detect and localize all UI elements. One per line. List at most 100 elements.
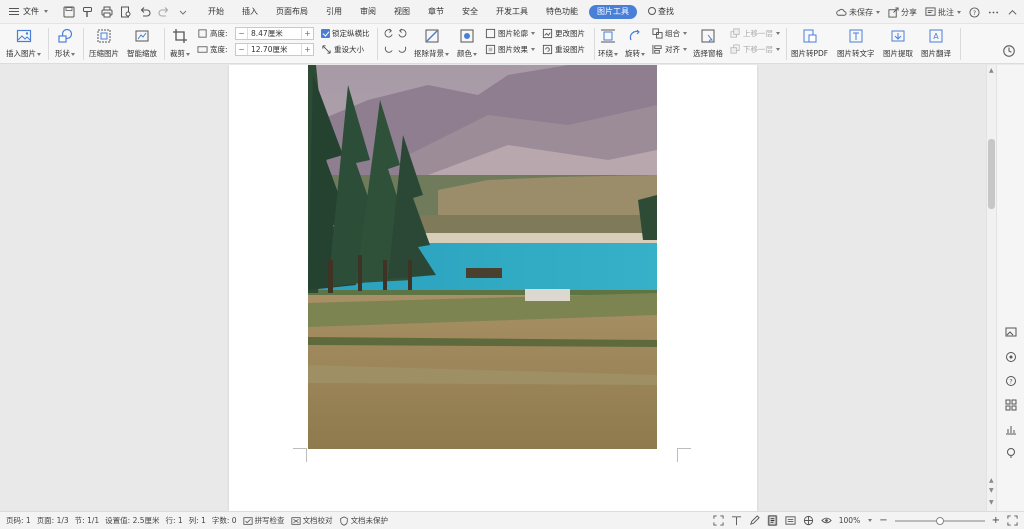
selected-image[interactable] — [308, 65, 657, 449]
side-panel: ? — [996, 65, 1024, 511]
shape-button[interactable]: 形状 — [55, 24, 75, 59]
rotate-button[interactable]: 旋转 — [625, 24, 645, 59]
scroll-thumb[interactable] — [988, 139, 995, 209]
share-button[interactable]: 分享 — [888, 6, 917, 18]
help-circle-icon[interactable]: ? — [1004, 374, 1018, 388]
change-image-icon — [542, 28, 553, 39]
height-increase[interactable]: + — [302, 29, 313, 38]
group-button[interactable]: 组合 — [652, 28, 687, 39]
page-count[interactable]: 页面: 1/3 — [37, 515, 69, 526]
history-icon[interactable] — [1002, 44, 1016, 58]
image-translate-button[interactable]: A 图片翻译 — [921, 24, 951, 59]
tab-security[interactable]: 安全 — [453, 0, 487, 24]
zoom-slider[interactable] — [894, 516, 985, 525]
location-icon[interactable] — [1004, 350, 1018, 364]
height-decrease[interactable]: − — [236, 29, 247, 38]
print-icon[interactable] — [100, 5, 113, 18]
height-stepper[interactable]: − 8.47厘米 + — [235, 27, 314, 40]
comment-button[interactable]: 批注 — [925, 6, 961, 18]
image-extract-button[interactable]: 图片提取 — [883, 24, 913, 59]
setting-value[interactable]: 设置值: 2.5厘米 — [105, 515, 159, 526]
zoom-slider-knob[interactable] — [935, 516, 944, 525]
compress-image-button[interactable]: 压缩图片 — [89, 24, 119, 59]
format-painter-icon[interactable] — [81, 5, 94, 18]
zoom-level[interactable]: 100% — [839, 516, 860, 525]
redo-icon[interactable] — [157, 5, 170, 18]
edit-pen-icon[interactable] — [749, 515, 760, 526]
width-increase[interactable]: + — [302, 45, 313, 54]
protection-status[interactable]: 文档未保护 — [339, 515, 388, 526]
remove-background-button[interactable]: 抠除背景 — [414, 24, 449, 59]
tab-sections[interactable]: 章节 — [419, 0, 453, 24]
rotate-left-button[interactable] — [383, 28, 394, 39]
eye-protection-icon[interactable] — [821, 515, 832, 526]
zoom-out-button[interactable]: − — [879, 515, 887, 526]
width-stepper[interactable]: − 12.70厘米 + — [235, 43, 314, 56]
tab-review[interactable]: 审阅 — [351, 0, 385, 24]
height-input[interactable]: 8.47厘米 — [247, 28, 302, 39]
insert-image-button[interactable]: 插入图片 — [6, 24, 41, 59]
tab-insert[interactable]: 插入 — [233, 0, 267, 24]
flip-vertical-button[interactable] — [383, 44, 394, 55]
lock-ratio-checkbox[interactable]: 锁定纵横比 — [321, 28, 370, 39]
vertical-scrollbar[interactable]: ▲ ▲ ▼ ▼ — [986, 65, 996, 511]
bring-forward-button[interactable]: 上移一层 — [730, 28, 780, 39]
customize-icon[interactable] — [176, 5, 189, 18]
zoom-in-button[interactable]: + — [992, 515, 1000, 526]
web-view-icon[interactable] — [803, 515, 814, 526]
smart-scale-button[interactable]: 智能缩放 — [127, 24, 157, 59]
flip-horizontal-button[interactable] — [397, 44, 408, 55]
width-input[interactable]: 12.70厘米 — [247, 44, 302, 55]
tab-picture-tools[interactable]: 图片工具 — [589, 4, 637, 19]
proofread-button[interactable]: 文档校对 — [290, 515, 333, 526]
change-image-label: 更改图片 — [555, 29, 585, 38]
section-info[interactable]: 节: 1/1 — [75, 515, 99, 526]
tab-home[interactable]: 开始 — [199, 0, 233, 24]
selection-pane-button[interactable]: 选择窗格 — [693, 24, 723, 59]
image-to-pdf-button[interactable]: 图片转PDF — [791, 24, 828, 59]
image-to-text-button[interactable]: 图片转文字 — [837, 24, 875, 59]
chevron-down-icon — [876, 10, 880, 14]
outline-view-icon[interactable] — [785, 515, 796, 526]
color-button[interactable]: 颜色 — [457, 24, 477, 59]
reading-view-icon[interactable] — [731, 515, 742, 526]
page-view-icon[interactable] — [766, 515, 778, 526]
grid-icon[interactable] — [1004, 398, 1018, 412]
fit-page-icon[interactable] — [1007, 515, 1018, 526]
crop-button[interactable]: 裁剪 — [170, 24, 190, 59]
tab-developer[interactable]: 开发工具 — [487, 0, 537, 24]
tab-references[interactable]: 引用 — [317, 0, 351, 24]
image-effects-button[interactable]: 图片效果 — [485, 44, 535, 55]
align-button[interactable]: 对齐 — [652, 44, 687, 55]
width-decrease[interactable]: − — [236, 45, 247, 54]
word-count[interactable]: 字数: 0 — [212, 515, 237, 526]
tab-page-layout[interactable]: 页面布局 — [267, 0, 317, 24]
document-page[interactable] — [229, 65, 757, 511]
page-code[interactable]: 页码: 1 — [6, 515, 31, 526]
reset-image-button[interactable]: 重设图片 — [542, 44, 585, 55]
image-outline-button[interactable]: 图片轮廓 — [485, 28, 535, 39]
fullscreen-icon[interactable] — [713, 515, 724, 526]
unsaved-status[interactable]: 未保存 — [836, 7, 880, 18]
send-backward-button[interactable]: 下移一层 — [730, 44, 780, 55]
help-button[interactable]: ? — [969, 6, 980, 18]
undo-icon[interactable] — [138, 5, 151, 18]
save-icon[interactable] — [62, 5, 75, 18]
image-panel-icon[interactable] — [1004, 325, 1018, 339]
tab-features[interactable]: 特色功能 — [537, 0, 587, 24]
tab-view[interactable]: 视图 — [385, 0, 419, 24]
proofread-icon — [290, 516, 301, 525]
search-tab[interactable]: 查找 — [639, 0, 683, 24]
map-pin-icon[interactable] — [1004, 446, 1018, 460]
rotate-right-button[interactable] — [397, 28, 408, 39]
collapse-ribbon-button[interactable] — [1007, 7, 1018, 18]
more-button[interactable] — [988, 7, 999, 18]
file-menu[interactable]: 文件 — [0, 0, 56, 24]
reset-size-button[interactable]: 重设大小 — [321, 44, 364, 55]
chart-icon[interactable] — [1004, 422, 1018, 436]
wrap-button[interactable]: 环绕 — [598, 24, 618, 59]
chevron-down-icon[interactable] — [868, 519, 873, 522]
print-preview-icon[interactable] — [119, 5, 132, 18]
spell-check-button[interactable]: 拼写检查 — [242, 515, 285, 526]
change-image-button[interactable]: 更改图片 — [542, 28, 585, 39]
